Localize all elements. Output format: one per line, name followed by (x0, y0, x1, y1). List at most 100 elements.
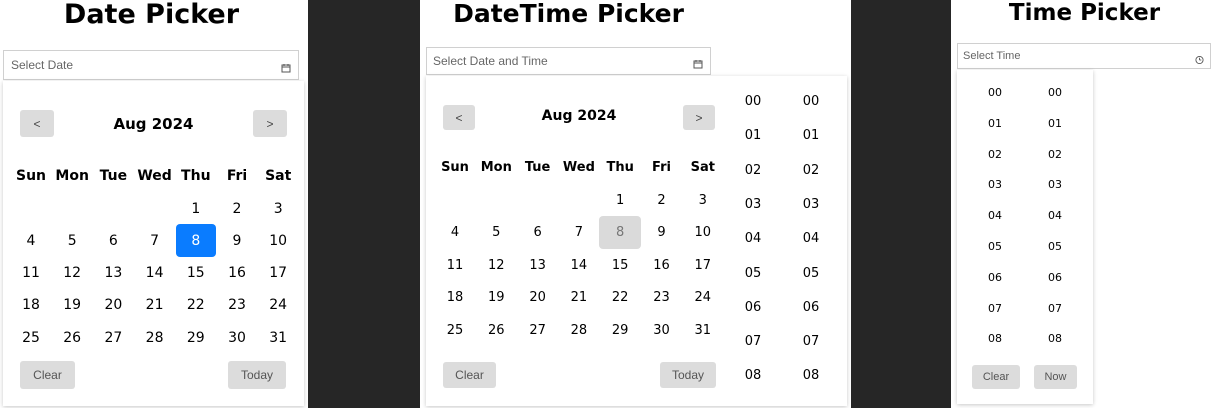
minute-option[interactable]: 00 (791, 94, 831, 109)
minute-option[interactable]: 01 (791, 128, 831, 143)
hour-option[interactable]: 08 (733, 368, 773, 383)
day-cell[interactable]: 4 (11, 224, 51, 257)
minute-option[interactable]: 08 (1035, 332, 1075, 345)
hour-option[interactable]: 04 (975, 209, 1015, 222)
day-cell[interactable]: 21 (558, 281, 600, 314)
day-cell[interactable]: 3 (258, 192, 298, 225)
minute-option[interactable]: 05 (791, 266, 831, 281)
minute-option[interactable]: 02 (791, 163, 831, 178)
clear-button[interactable]: Clear (443, 362, 496, 388)
minute-option[interactable]: 04 (791, 231, 831, 246)
day-cell[interactable]: 6 (93, 224, 133, 257)
day-cell[interactable]: 11 (434, 249, 476, 282)
hour-option[interactable]: 01 (733, 128, 773, 143)
day-cell[interactable]: 12 (52, 257, 92, 290)
hour-option[interactable]: 05 (975, 240, 1015, 253)
day-cell[interactable]: 30 (641, 314, 683, 347)
day-cell[interactable]: 31 (258, 321, 298, 354)
datetime-input[interactable]: Select Date and Time (426, 47, 711, 75)
day-cell[interactable]: 15 (599, 249, 641, 282)
day-cell[interactable]: 11 (11, 257, 51, 290)
minute-option[interactable]: 04 (1035, 209, 1075, 222)
day-cell[interactable]: 30 (217, 321, 257, 354)
day-cell[interactable]: 10 (258, 224, 298, 257)
day-cell[interactable]: 16 (641, 249, 683, 282)
day-cell[interactable]: 25 (434, 314, 476, 347)
selected-day-cell[interactable]: 8 (599, 216, 642, 250)
day-cell[interactable]: 14 (558, 249, 600, 282)
day-cell[interactable]: 28 (135, 321, 175, 354)
day-cell[interactable]: 10 (682, 216, 724, 249)
day-cell[interactable]: 1 (176, 192, 216, 225)
day-cell[interactable]: 6 (517, 216, 559, 249)
prev-month-button[interactable]: < (443, 105, 475, 130)
day-cell[interactable]: 31 (682, 314, 724, 347)
hour-option[interactable]: 06 (733, 300, 773, 315)
day-cell[interactable]: 16 (217, 257, 257, 290)
day-cell[interactable]: 4 (434, 216, 476, 249)
day-cell[interactable]: 25 (11, 321, 51, 354)
hour-option[interactable]: 07 (975, 302, 1015, 315)
day-cell[interactable]: 19 (52, 289, 92, 322)
hour-option[interactable]: 07 (733, 334, 773, 349)
day-cell[interactable]: 29 (176, 321, 216, 354)
day-cell[interactable]: 20 (93, 289, 133, 322)
today-button[interactable]: Today (660, 362, 716, 388)
day-cell[interactable]: 21 (135, 289, 175, 322)
day-cell[interactable]: 1 (599, 184, 641, 217)
day-cell[interactable]: 20 (517, 281, 559, 314)
day-cell[interactable]: 14 (135, 257, 175, 290)
day-cell[interactable]: 15 (176, 257, 216, 290)
hour-option[interactable]: 05 (733, 266, 773, 281)
hour-option[interactable]: 01 (975, 117, 1015, 130)
hour-option[interactable]: 04 (733, 231, 773, 246)
day-cell[interactable]: 9 (217, 224, 257, 257)
day-cell[interactable]: 9 (641, 216, 683, 249)
day-cell[interactable]: 13 (93, 257, 133, 290)
clear-button[interactable]: Clear (972, 365, 1020, 389)
day-cell[interactable]: 22 (599, 281, 641, 314)
day-cell[interactable]: 18 (434, 281, 476, 314)
date-input[interactable]: Select Date (3, 50, 299, 80)
day-cell[interactable]: 12 (475, 249, 517, 282)
day-cell[interactable]: 26 (475, 314, 517, 347)
minute-option[interactable]: 02 (1035, 148, 1075, 161)
hour-option[interactable]: 00 (975, 86, 1015, 99)
day-cell[interactable]: 19 (475, 281, 517, 314)
day-cell[interactable]: 7 (558, 216, 600, 249)
hour-option[interactable]: 03 (733, 197, 773, 212)
minute-option[interactable]: 08 (791, 368, 831, 383)
minute-option[interactable]: 03 (791, 197, 831, 212)
day-cell[interactable]: 18 (11, 289, 51, 322)
time-input[interactable]: Select Time (957, 43, 1211, 69)
hour-option[interactable]: 02 (975, 148, 1015, 161)
minute-option[interactable]: 06 (791, 300, 831, 315)
day-cell[interactable]: 23 (641, 281, 683, 314)
day-cell[interactable]: 5 (475, 216, 517, 249)
hour-option[interactable]: 03 (975, 178, 1015, 191)
day-cell[interactable]: 5 (52, 224, 92, 257)
minute-option[interactable]: 07 (1035, 302, 1075, 315)
minute-option[interactable]: 00 (1035, 86, 1075, 99)
day-cell[interactable]: 29 (599, 314, 641, 347)
day-cell[interactable]: 24 (682, 281, 724, 314)
next-month-button[interactable]: > (683, 105, 715, 130)
day-cell[interactable]: 17 (682, 249, 724, 282)
day-cell[interactable]: 27 (93, 321, 133, 354)
hour-option[interactable]: 08 (975, 332, 1015, 345)
day-cell[interactable]: 3 (682, 184, 724, 217)
next-month-button[interactable]: > (253, 110, 287, 137)
minute-option[interactable]: 01 (1035, 117, 1075, 130)
clear-button[interactable]: Clear (20, 361, 75, 389)
day-cell[interactable]: 2 (641, 184, 683, 217)
hour-option[interactable]: 00 (733, 94, 773, 109)
minute-option[interactable]: 05 (1035, 240, 1075, 253)
day-cell[interactable]: 28 (558, 314, 600, 347)
day-cell[interactable]: 13 (517, 249, 559, 282)
minute-option[interactable]: 06 (1035, 271, 1075, 284)
day-cell[interactable]: 24 (258, 289, 298, 322)
hour-option[interactable]: 06 (975, 271, 1015, 284)
day-cell[interactable]: 7 (135, 224, 175, 257)
today-button[interactable]: Today (228, 361, 286, 389)
hour-option[interactable]: 02 (733, 163, 773, 178)
